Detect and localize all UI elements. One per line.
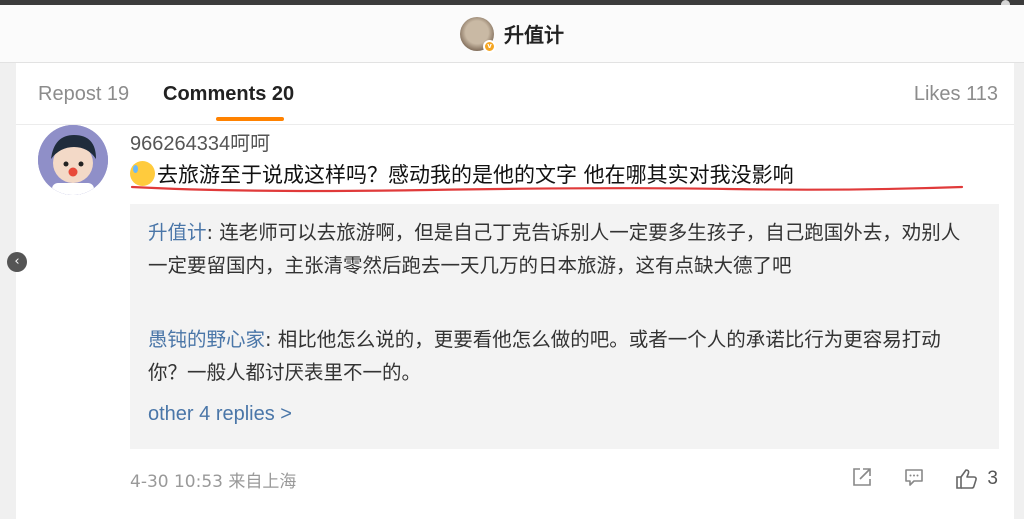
reply-author-link[interactable]: 愚钝的野心家 bbox=[148, 328, 265, 351]
like-count: 3 bbox=[987, 468, 998, 489]
share-out-icon[interactable] bbox=[851, 466, 873, 492]
reply-text: : 相比他怎么说的，更要看他怎么做的吧。或者一个人的承诺比行为更容易打动你？一般… bbox=[148, 328, 941, 384]
handwritten-underline bbox=[130, 185, 964, 193]
tab-comments[interactable]: Comments 20 bbox=[163, 83, 294, 106]
like-button[interactable]: 3 bbox=[955, 468, 998, 490]
comment-icon[interactable] bbox=[903, 466, 925, 492]
tab-repost[interactable]: Repost 19 bbox=[38, 83, 129, 106]
tab-likes[interactable]: Likes 113 bbox=[914, 83, 998, 106]
comment-timestamp: 4-30 10:53 来自上海 bbox=[130, 472, 297, 492]
commenter-username[interactable]: 966264334呵呵 bbox=[130, 127, 270, 156]
right-gutter bbox=[1014, 63, 1024, 519]
header-title: 升值计 bbox=[504, 23, 564, 47]
comments-card: Repost 19 Comments 20 Likes 113 96626433… bbox=[16, 63, 1014, 519]
verified-badge-icon: v bbox=[483, 39, 496, 53]
author-avatar[interactable]: v bbox=[460, 16, 496, 53]
reply-author-link[interactable]: 升值计 bbox=[148, 221, 207, 244]
left-gutter bbox=[0, 63, 16, 519]
header-bar: v 升值计 bbox=[0, 5, 1024, 63]
reply-item: 升值计: 连老师可以去旅游啊，但是自己丁克告诉别人一定要多生孩子，自己跑国外去，… bbox=[148, 216, 978, 282]
replies-box: 升值计: 连老师可以去旅游啊，但是自己丁克告诉别人一定要多生孩子，自己跑国外去，… bbox=[130, 204, 999, 449]
comment-actions: 3 bbox=[851, 466, 998, 492]
thumbs-up-icon bbox=[956, 469, 978, 489]
more-replies-link[interactable]: other 4 replies > bbox=[148, 403, 292, 426]
commenter-avatar[interactable] bbox=[38, 125, 108, 195]
active-tab-indicator bbox=[216, 117, 284, 121]
reply-text: : 连老师可以去旅游啊，但是自己丁克告诉别人一定要多生孩子，自己跑国外去，劝别人… bbox=[148, 221, 961, 277]
tab-bar: Repost 19 Comments 20 Likes 113 bbox=[16, 63, 1014, 125]
reply-item: 愚钝的野心家: 相比他怎么说的，更要看他怎么做的吧。或者一个人的承诺比行为更容易… bbox=[148, 323, 978, 389]
avatar-illustration bbox=[38, 125, 108, 195]
scroll-left-button[interactable]: ‹ bbox=[7, 252, 27, 272]
